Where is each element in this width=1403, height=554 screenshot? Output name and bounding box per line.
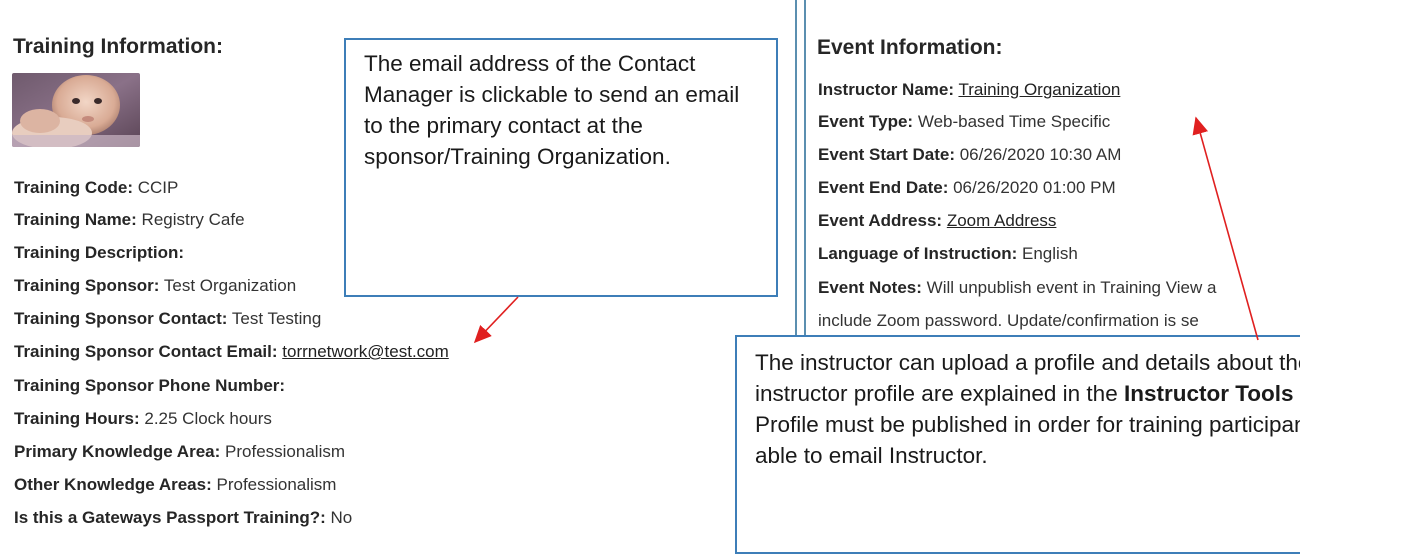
callout-arrows	[473, 116, 1259, 344]
screenshot-canvas: Training Information: Training Code: CCI…	[0, 0, 1300, 554]
email-arrow	[473, 296, 519, 344]
instructor-arrow	[1192, 116, 1259, 341]
